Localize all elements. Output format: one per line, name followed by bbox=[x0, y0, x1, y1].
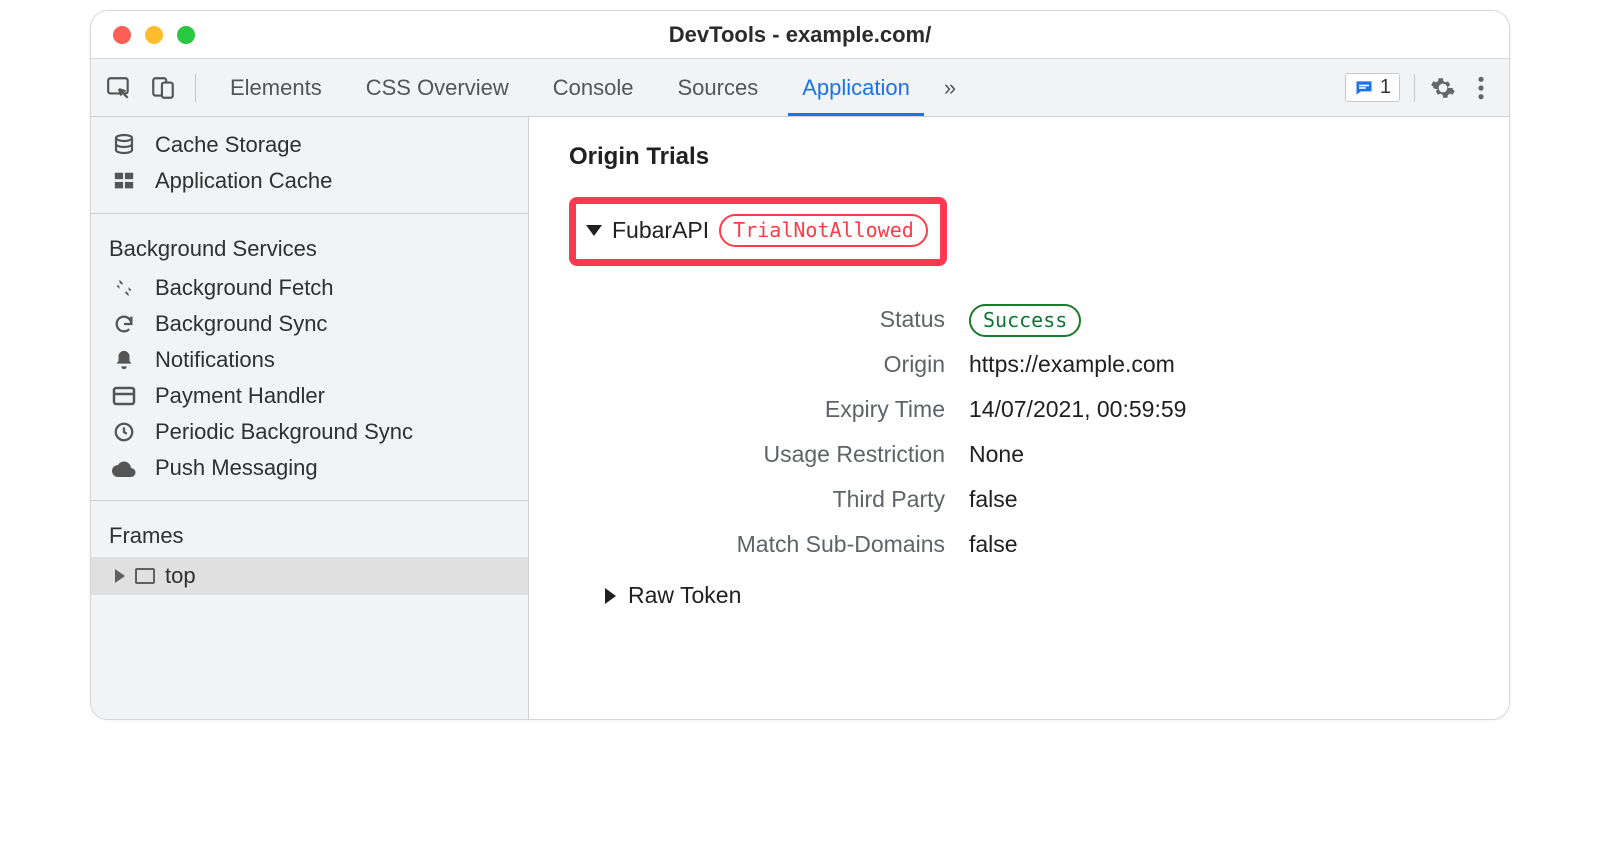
frame-icon bbox=[135, 568, 155, 584]
traffic-lights bbox=[91, 26, 195, 44]
raw-token-row[interactable]: Raw Token bbox=[605, 582, 1469, 609]
expiry-value: 14/07/2021, 00:59:59 bbox=[969, 396, 1469, 423]
device-toggle-icon[interactable] bbox=[149, 74, 177, 102]
sidebar-item-label: Cache Storage bbox=[155, 132, 302, 158]
cloud-icon bbox=[111, 455, 137, 481]
status-pill: Success bbox=[969, 304, 1081, 337]
window-title: DevTools - example.com/ bbox=[669, 22, 931, 48]
sidebar-item-label: Background Sync bbox=[155, 311, 327, 337]
minimize-window-button[interactable] bbox=[145, 26, 163, 44]
tab-elements[interactable]: Elements bbox=[208, 59, 344, 116]
panel-tabs: Elements CSS Overview Console Sources Ap… bbox=[208, 59, 968, 116]
issues-count: 1 bbox=[1380, 76, 1391, 99]
raw-token-label: Raw Token bbox=[628, 582, 741, 609]
sidebar-heading-background-services: Background Services bbox=[91, 228, 528, 270]
inspect-element-icon[interactable] bbox=[105, 74, 133, 102]
close-window-button[interactable] bbox=[113, 26, 131, 44]
sidebar-item-application-cache[interactable]: Application Cache bbox=[91, 163, 528, 199]
third-party-label: Third Party bbox=[605, 486, 945, 513]
devtools-window: DevTools - example.com/ Elements CSS Ove… bbox=[90, 10, 1510, 720]
sidebar-item-label: Background Fetch bbox=[155, 275, 334, 301]
disclosure-down-icon[interactable] bbox=[586, 225, 602, 236]
tab-sources[interactable]: Sources bbox=[655, 59, 780, 116]
bell-icon bbox=[111, 347, 137, 373]
usage-label: Usage Restriction bbox=[605, 441, 945, 468]
clock-icon bbox=[111, 419, 137, 445]
sidebar-item-frame-top[interactable]: top bbox=[91, 557, 528, 595]
expiry-label: Expiry Time bbox=[605, 396, 945, 423]
trial-name[interactable]: FubarAPI bbox=[612, 217, 709, 244]
trial-status-badge: TrialNotAllowed bbox=[719, 214, 928, 247]
sidebar-item-label: Push Messaging bbox=[155, 455, 318, 481]
origin-value: https://example.com bbox=[969, 351, 1469, 378]
grid-icon bbox=[111, 168, 137, 194]
sidebar-item-push-messaging[interactable]: Push Messaging bbox=[91, 450, 528, 486]
card-icon bbox=[111, 383, 137, 409]
zoom-window-button[interactable] bbox=[177, 26, 195, 44]
sidebar-item-label: Application Cache bbox=[155, 168, 332, 194]
sidebar-item-cache-storage[interactable]: Cache Storage bbox=[91, 127, 528, 163]
status-label: Status bbox=[605, 306, 945, 333]
titlebar: DevTools - example.com/ bbox=[91, 11, 1509, 59]
fetch-icon bbox=[111, 275, 137, 301]
sidebar-item-background-fetch[interactable]: Background Fetch bbox=[91, 270, 528, 306]
sidebar-item-payment-handler[interactable]: Payment Handler bbox=[91, 378, 528, 414]
usage-value: None bbox=[969, 441, 1469, 468]
sidebar-item-background-sync[interactable]: Background Sync bbox=[91, 306, 528, 342]
status-value: Success bbox=[969, 306, 1469, 333]
more-menu-icon[interactable] bbox=[1467, 74, 1495, 102]
panel-heading: Origin Trials bbox=[569, 143, 1469, 171]
annotation-highlight: FubarAPI TrialNotAllowed bbox=[569, 197, 947, 266]
frame-label: top bbox=[165, 563, 196, 589]
chat-icon bbox=[1354, 78, 1374, 98]
match-subdomains-value: false bbox=[969, 531, 1469, 558]
issues-badge[interactable]: 1 bbox=[1345, 73, 1400, 102]
tabs-overflow-button[interactable]: » bbox=[932, 59, 968, 116]
application-sidebar: Cache Storage Application Cache Backgrou… bbox=[91, 117, 529, 719]
disclosure-right-icon bbox=[605, 588, 616, 604]
database-icon bbox=[111, 132, 137, 158]
sidebar-item-label: Notifications bbox=[155, 347, 275, 373]
origin-label: Origin bbox=[605, 351, 945, 378]
sidebar-item-periodic-background-sync[interactable]: Periodic Background Sync bbox=[91, 414, 528, 450]
disclosure-icon bbox=[115, 569, 125, 583]
sidebar-heading-frames: Frames bbox=[91, 515, 528, 557]
settings-gear-icon[interactable] bbox=[1429, 74, 1457, 102]
trial-details-grid: Status Success Origin https://example.co… bbox=[605, 306, 1469, 558]
match-subdomains-label: Match Sub-Domains bbox=[605, 531, 945, 558]
tab-application[interactable]: Application bbox=[780, 59, 932, 116]
sidebar-item-label: Periodic Background Sync bbox=[155, 419, 413, 445]
origin-trials-panel: Origin Trials FubarAPI TrialNotAllowed S… bbox=[529, 117, 1509, 719]
sync-icon bbox=[111, 311, 137, 337]
third-party-value: false bbox=[969, 486, 1469, 513]
tab-console[interactable]: Console bbox=[531, 59, 656, 116]
sidebar-item-label: Payment Handler bbox=[155, 383, 325, 409]
sidebar-item-notifications[interactable]: Notifications bbox=[91, 342, 528, 378]
devtools-toolbar: Elements CSS Overview Console Sources Ap… bbox=[91, 59, 1509, 117]
tab-css-overview[interactable]: CSS Overview bbox=[344, 59, 531, 116]
